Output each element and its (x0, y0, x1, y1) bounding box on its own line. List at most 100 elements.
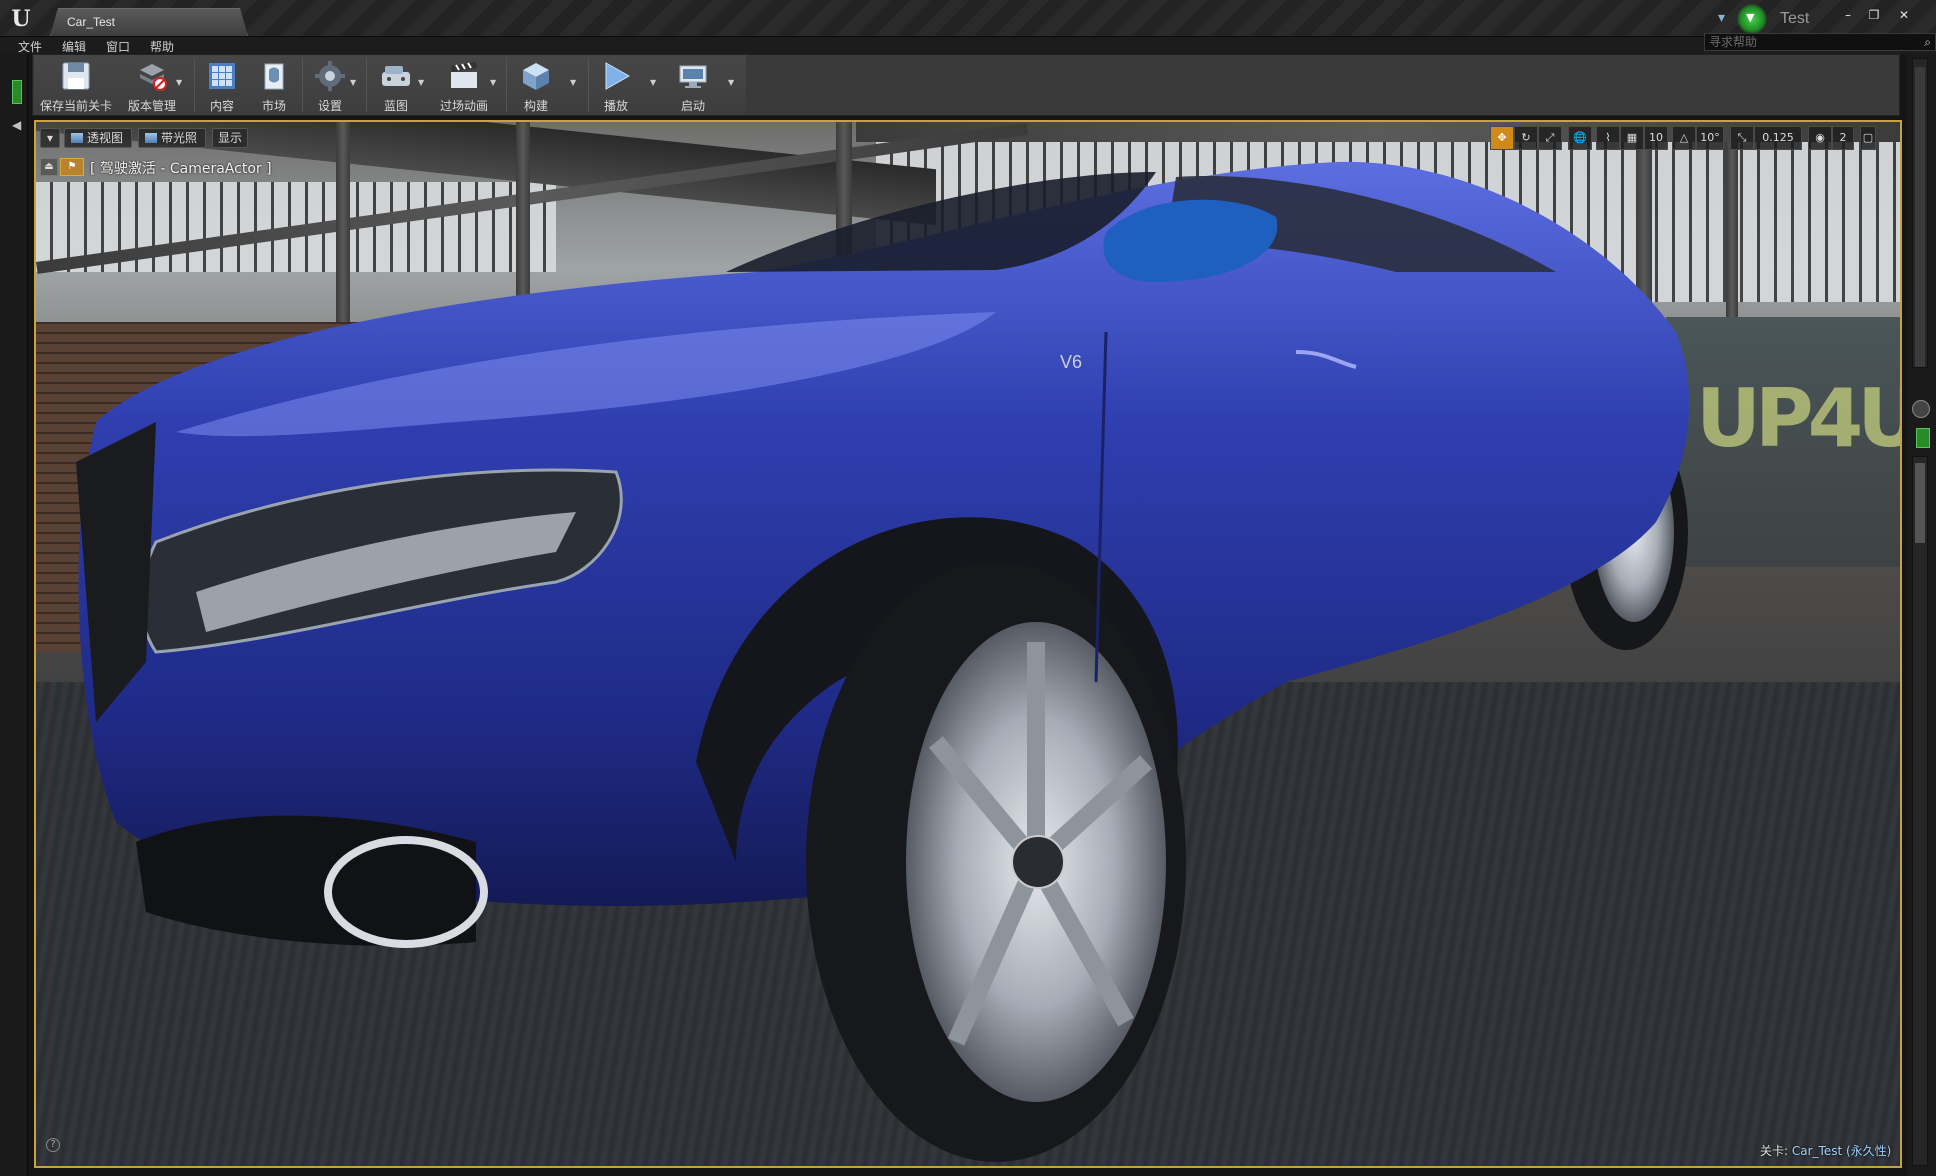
scale-snap-icon[interactable]: ⤡ (1730, 126, 1754, 150)
scrollbar-thumb[interactable] (1915, 67, 1925, 367)
build-icon (523, 63, 549, 90)
maximize-button[interactable]: ❐ (1861, 6, 1887, 24)
collapse-left-icon[interactable]: ◀ (12, 118, 21, 132)
right-panel-tab[interactable] (1916, 428, 1930, 448)
build-button[interactable]: 构建 (510, 55, 562, 115)
right-scrollbar-top[interactable] (1912, 58, 1928, 368)
build-label: 构建 (523, 99, 548, 113)
toolbar-separator (366, 58, 367, 112)
grid-snap-icon[interactable]: ▦ (1620, 126, 1644, 150)
unreal-logo-icon[interactable]: U (8, 6, 34, 32)
toolbar-separator (302, 58, 303, 112)
launch-button[interactable]: 启动 (666, 55, 720, 115)
lighting-mode-button[interactable]: 带光照 (138, 128, 206, 148)
source-control-icon (140, 64, 167, 91)
show-button[interactable]: 显示 (212, 128, 248, 148)
marketplace-label: 市场 (261, 99, 286, 113)
marketplace-icon (264, 63, 284, 90)
play-dropdown-icon[interactable]: ▼ (650, 78, 656, 87)
v6-badge: V6 (1060, 352, 1082, 372)
car-model[interactable]: V6 (36, 122, 1900, 1166)
notification-icon[interactable]: ▾ (1718, 10, 1736, 26)
settings-label: 设置 (317, 99, 342, 113)
cinematics-label: 过场动画 (439, 99, 488, 113)
settings-button[interactable]: 设置 (306, 55, 354, 115)
left-panel-strip (0, 54, 28, 1176)
content-label: 内容 (209, 99, 234, 113)
lower-intake (136, 815, 476, 946)
level-tab-label: Car_Test (67, 15, 116, 29)
project-name: Test (1780, 10, 1810, 27)
toolbar-separator (506, 58, 507, 112)
eject-pilot-button[interactable]: ⏏ (40, 158, 58, 176)
rotate-tool-icon[interactable]: ↻ (1514, 126, 1538, 150)
save-icon (62, 62, 90, 90)
pilot-status-text: [ 驾驶激活 - CameraActor ] (90, 161, 272, 177)
blueprints-label: 蓝图 (383, 99, 408, 113)
lighting-mode-label: 带光照 (161, 131, 198, 145)
source-control-button[interactable]: 版本管理 (120, 55, 184, 115)
level-label: 关卡: (1760, 1144, 1789, 1158)
launch-label: 启动 (680, 99, 705, 113)
camera-speed-value[interactable]: 2 (1832, 126, 1854, 150)
rotation-snap-icon[interactable]: △ (1672, 126, 1696, 150)
level-tab[interactable]: Car_Test (50, 8, 248, 36)
help-search-input[interactable] (1709, 34, 1909, 50)
perspective-icon (71, 133, 83, 143)
grid-snap-value[interactable]: 10 (1644, 126, 1668, 150)
menu-edit[interactable]: 编辑 (62, 38, 86, 55)
scrollbar-thumb[interactable] (1915, 463, 1925, 543)
settings-dropdown-icon[interactable]: ▼ (350, 78, 356, 87)
title-bar: U Car_Test ▾ Test – ❐ ✕ (0, 0, 1936, 37)
source-control-label: 版本管理 (127, 99, 176, 113)
menu-file[interactable]: 文件 (18, 38, 42, 55)
save-level-button[interactable]: 保存当前关卡 (38, 55, 114, 115)
translate-tool-icon[interactable]: ✥ (1490, 126, 1514, 150)
show-label: 显示 (217, 131, 242, 145)
right-scrollbar-bottom[interactable] (1912, 456, 1928, 1166)
cinematics-button[interactable]: 过场动画 (432, 55, 496, 115)
close-button[interactable]: ✕ (1891, 6, 1917, 24)
viewport-help-icon[interactable]: ? (46, 1138, 60, 1152)
help-search-box: ⌕ (1704, 33, 1936, 51)
camera-speed-icon[interactable]: ◉ (1808, 126, 1832, 150)
blueprint-icon (382, 66, 410, 86)
lit-icon (145, 133, 157, 143)
pilot-lock-icon[interactable]: ⚑ (60, 158, 84, 176)
hub-logo (1011, 835, 1065, 889)
menu-help[interactable]: 帮助 (150, 38, 174, 55)
source-control-status-icon[interactable] (1737, 4, 1767, 34)
rotation-snap-value[interactable]: 10° (1696, 126, 1724, 150)
content-button[interactable]: 内容 (198, 55, 246, 115)
details-panel-icon[interactable] (1912, 400, 1930, 418)
cinematics-dropdown-icon[interactable]: ▼ (490, 78, 496, 87)
level-viewport[interactable]: UP4U V6 (36, 122, 1900, 1166)
settings-icon (315, 61, 345, 91)
build-dropdown-icon[interactable]: ▼ (570, 78, 576, 87)
blueprints-button[interactable]: 蓝图 (370, 55, 422, 115)
cinematics-icon (451, 62, 477, 88)
viewport-transform-toolbar: ✥ ↻ ⤢ 🌐 ⌇ ▦ 10 △ 10° ⤡ 0.125 ◉ 2 ▢ (1490, 126, 1894, 152)
source-control-dropdown-icon[interactable]: ▼ (176, 78, 182, 87)
toolbar-separator (194, 58, 195, 112)
play-icon (605, 62, 631, 90)
marketplace-button[interactable]: 市场 (250, 55, 298, 115)
world-local-icon[interactable]: 🌐 (1568, 126, 1592, 150)
surface-snap-icon[interactable]: ⌇ (1596, 126, 1620, 150)
view-mode-label: 透视图 (87, 131, 124, 145)
menu-bar: 文件 编辑 窗口 帮助 (0, 37, 1936, 54)
menu-window[interactable]: 窗口 (106, 38, 130, 55)
play-label: 播放 (603, 99, 628, 113)
scale-snap-value[interactable]: 0.125 (1754, 126, 1802, 150)
scale-tool-icon[interactable]: ⤢ (1538, 126, 1562, 150)
left-panel-tab[interactable] (12, 80, 22, 104)
viewport-options-dropdown[interactable]: ▾ (40, 128, 60, 148)
launch-dropdown-icon[interactable]: ▼ (728, 78, 734, 87)
maximize-viewport-icon[interactable]: ▢ (1860, 126, 1876, 150)
save-level-label: 保存当前关卡 (39, 99, 112, 113)
minimize-button[interactable]: – (1835, 6, 1861, 24)
blueprints-dropdown-icon[interactable]: ▼ (418, 78, 424, 87)
search-icon[interactable]: ⌕ (1924, 35, 1931, 50)
play-button[interactable]: 播放 (592, 55, 640, 115)
view-mode-button[interactable]: 透视图 (64, 128, 132, 148)
